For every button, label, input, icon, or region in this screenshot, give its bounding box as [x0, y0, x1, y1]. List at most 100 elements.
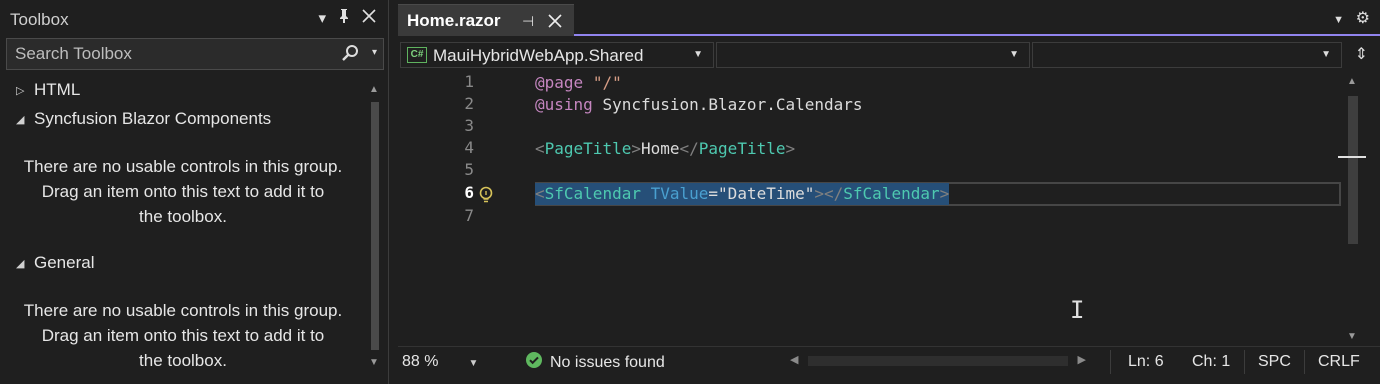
- scroll-down-icon[interactable]: ▼: [1347, 331, 1357, 342]
- line-indicator[interactable]: Ln: 6: [1128, 353, 1164, 371]
- chevron-down-icon[interactable]: ▼: [1009, 49, 1019, 60]
- tag-bracket: <: [535, 184, 545, 203]
- line-number: 5: [464, 160, 474, 179]
- tag-bracket: >: [785, 139, 796, 158]
- line-ending-indicator[interactable]: CRLF: [1318, 353, 1360, 371]
- column-indicator[interactable]: Ch: 1: [1192, 353, 1230, 371]
- attribute-name: TValue: [650, 184, 709, 203]
- tab-home-razor[interactable]: Home.razor ⊣: [398, 4, 574, 36]
- check-circle-icon: [526, 352, 542, 373]
- empty-group-message: There are no usable controls in this gro…: [0, 154, 366, 229]
- pin-icon[interactable]: [338, 8, 350, 30]
- search-input[interactable]: [15, 43, 335, 65]
- issues-text: No issues found: [550, 353, 665, 371]
- type-dropdown[interactable]: ▼: [716, 42, 1030, 68]
- toolbox-scrollbar[interactable]: ▲ ▼: [368, 80, 382, 370]
- line-number: 7: [464, 206, 474, 225]
- code-area[interactable]: @page "/" @using Syncfusion.Blazor.Calen…: [535, 72, 1343, 344]
- search-options-chevron-icon[interactable]: ▾: [372, 47, 377, 58]
- code-editor: Home.razor ⊣ ▼ ⚙ C# MauiHybridWebApp.Sha…: [398, 0, 1380, 384]
- lightbulb-icon[interactable]: [478, 186, 494, 209]
- message-line: Drag an item onto this text to add it to: [41, 326, 325, 345]
- chevron-down-icon[interactable]: ▼: [693, 49, 703, 60]
- close-tab-icon[interactable]: [548, 9, 562, 33]
- editor-scrollbar[interactable]: ▲ ▼: [1338, 74, 1366, 346]
- text-cursor-icon: I: [1070, 296, 1085, 324]
- tag-bracket: <: [535, 139, 545, 158]
- whitespace-indicator[interactable]: SPC: [1258, 353, 1291, 371]
- tab-list-dropdown-icon[interactable]: ▼: [1333, 14, 1344, 26]
- scroll-thumb[interactable]: [808, 356, 1068, 366]
- component-tag: SfCalendar: [843, 184, 940, 203]
- component-tag: PageTitle: [698, 139, 786, 158]
- document-tab-strip: Home.razor ⊣ ▼ ⚙: [398, 0, 1380, 36]
- line-number-gutter: 1 2 3 4 5 6 7: [398, 72, 516, 344]
- code-line-4: <PageTitle>Home</PageTitle>: [535, 138, 795, 160]
- chevron-down-icon[interactable]: ▼: [468, 358, 478, 369]
- member-dropdown[interactable]: ▼: [1032, 42, 1342, 68]
- line-number: 3: [464, 116, 474, 135]
- message-line: There are no usable controls in this gro…: [23, 157, 343, 176]
- tag-bracket: >: [631, 139, 641, 158]
- scroll-down-icon[interactable]: ▼: [369, 357, 379, 368]
- tab-label: Home.razor: [407, 11, 501, 30]
- toolbox-actions: ▾: [318, 8, 376, 30]
- group-general[interactable]: ◢ General: [16, 253, 94, 273]
- scroll-thumb[interactable]: [1348, 96, 1358, 244]
- gear-icon[interactable]: ⚙: [1356, 8, 1370, 28]
- scroll-up-icon[interactable]: ▲: [1347, 76, 1357, 87]
- string-literal: "/": [592, 73, 622, 92]
- equals-sign: =: [708, 184, 719, 203]
- collapse-arrow-icon[interactable]: ◢: [16, 257, 26, 270]
- toolbox-list: ▷ HTML ◢ Syncfusion Blazor Components Th…: [0, 76, 366, 376]
- group-html[interactable]: ▷ HTML: [16, 80, 80, 100]
- empty-group-message: There are no usable controls in this gro…: [0, 298, 366, 373]
- code-line-1: @page "/": [535, 72, 622, 94]
- code-line-6-selected: <SfCalendar TValue="DateTime"></SfCalend…: [535, 183, 950, 205]
- project-dropdown[interactable]: C# MauiHybridWebApp.Shared ▼: [400, 42, 714, 68]
- pin-tab-icon[interactable]: ⊣: [522, 13, 534, 30]
- editor-status-bar: 88 % ▼ No issues found ◀ ▶ Ln: 6 Ch: 1 SP…: [398, 346, 1380, 376]
- horizontal-scrollbar[interactable]: ◀ ▶: [790, 353, 1086, 371]
- close-icon[interactable]: [362, 9, 376, 29]
- message-line: There are no usable controls in this gro…: [23, 301, 343, 320]
- component-tag: PageTitle: [544, 139, 632, 158]
- search-icon[interactable]: [341, 44, 359, 67]
- line-number: 4: [464, 138, 474, 157]
- chevron-down-icon[interactable]: ▾: [318, 9, 326, 29]
- expand-arrow-icon[interactable]: ▷: [16, 84, 26, 97]
- csharp-project-icon: C#: [407, 47, 427, 63]
- current-line-number: 6: [464, 183, 474, 202]
- group-syncfusion[interactable]: ◢ Syncfusion Blazor Components: [16, 109, 271, 129]
- namespace: Syncfusion.Blazor.Calendars: [602, 95, 863, 114]
- line-number: 1: [464, 72, 474, 91]
- toolbox-title: Toolbox: [10, 10, 69, 29]
- razor-directive: @page: [535, 73, 584, 92]
- line-number: 2: [464, 94, 474, 113]
- tag-content: Home: [640, 139, 680, 158]
- message-line: the toolbox.: [139, 351, 227, 370]
- toolbox-panel: Toolbox ▾ ▾ ▷ HTML ◢ Syncfusion Blazor C…: [0, 0, 389, 384]
- tag-bracket: >: [939, 184, 950, 203]
- group-label: Syncfusion Blazor Components: [34, 109, 272, 128]
- chevron-down-icon[interactable]: ▼: [1321, 49, 1331, 60]
- project-name: MauiHybridWebApp.Shared: [433, 46, 644, 65]
- toolbox-search: ▾: [6, 38, 384, 70]
- message-line: Drag an item onto this text to add it to: [41, 182, 325, 201]
- scroll-up-icon[interactable]: ▲: [369, 84, 379, 95]
- zoom-dropdown[interactable]: 88 % ▼: [402, 353, 478, 371]
- tag-bracket: >: [814, 184, 825, 203]
- navigation-bar: C# MauiHybridWebApp.Shared ▼ ▼ ▼ ⇕: [398, 38, 1380, 72]
- component-tag: SfCalendar: [544, 184, 641, 203]
- divider: [1110, 350, 1111, 374]
- scroll-thumb[interactable]: [371, 102, 379, 350]
- scroll-left-icon[interactable]: ◀: [790, 353, 798, 366]
- collapse-arrow-icon[interactable]: ◢: [16, 113, 26, 126]
- message-line: the toolbox.: [139, 207, 227, 226]
- divider: [1304, 350, 1305, 374]
- divider: [1244, 350, 1245, 374]
- zoom-level: 88 %: [402, 353, 439, 370]
- scroll-right-icon[interactable]: ▶: [1078, 353, 1086, 366]
- split-window-icon[interactable]: ⇕: [1355, 44, 1368, 64]
- issues-indicator[interactable]: No issues found: [526, 352, 665, 373]
